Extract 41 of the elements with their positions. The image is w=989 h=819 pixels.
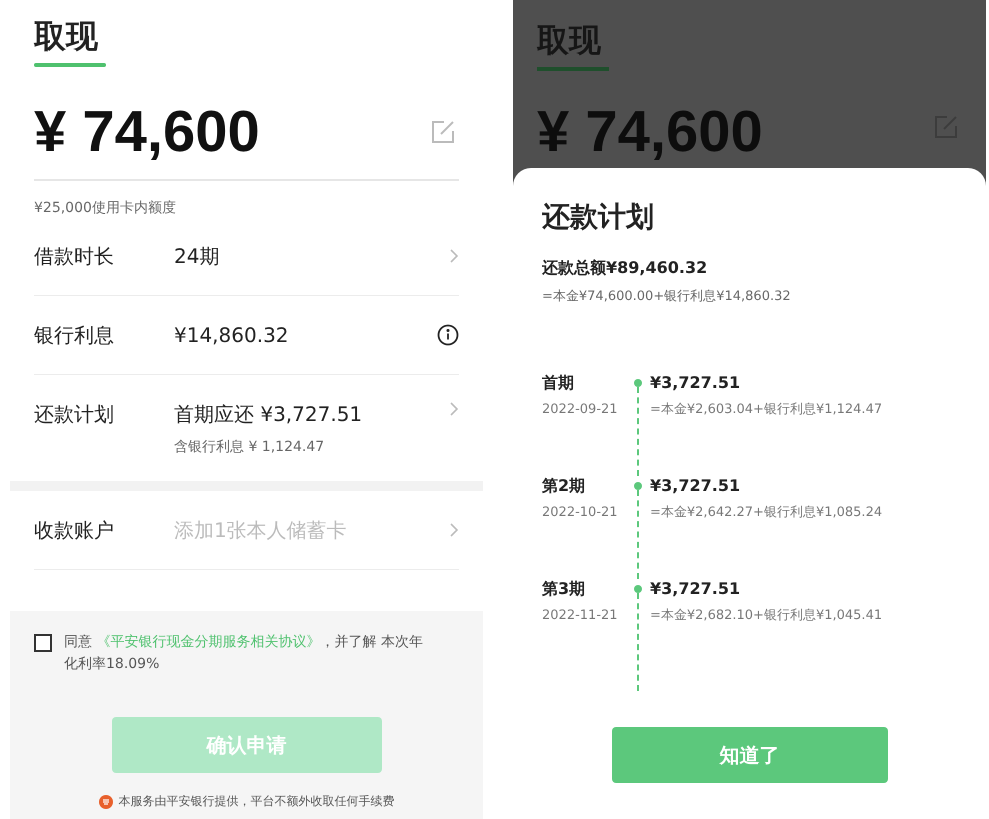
info-icon[interactable] [437, 324, 459, 346]
installment-breakdown: =本金¥2,603.04+银行利息¥1,124.47 [650, 401, 882, 418]
row-subtext: 含银行利息 ¥ 1,124.47 [174, 438, 326, 456]
page-title: 取现 [34, 16, 98, 56]
bank-badge-icon [98, 794, 112, 808]
due-date: 2022-10-21 [542, 505, 618, 520]
installment-amount: ¥3,727.51 [650, 579, 740, 598]
row-value: 首期应还 ¥3,727.51 [174, 401, 364, 428]
row-label: 收款账户 [34, 516, 115, 544]
page-title: 取现 [537, 20, 601, 60]
period-label: 首期 [542, 373, 574, 394]
row-value: ¥14,860.32 [174, 323, 290, 347]
period-label: 第2期 [542, 476, 586, 497]
title-underline [34, 63, 106, 67]
row-label: 银行利息 [34, 322, 115, 348]
account-placeholder[interactable]: 添加1张本人储蓄卡 [174, 516, 437, 544]
repayment-total: 还款总额¥89,460.32 [542, 258, 708, 279]
agreement-checkbox[interactable] [34, 634, 52, 652]
row-label: 还款计划 [34, 401, 115, 428]
installment-amount: ¥3,727.51 [650, 476, 740, 495]
got-it-button[interactable]: 知道了 [612, 727, 888, 783]
service-note: 本服务由平安银行提供，平台不额外收取任何手续费 [118, 793, 394, 810]
amount-value: ¥ 74,600 [537, 101, 763, 163]
row-value: 24期 [174, 242, 220, 270]
installment-amount: ¥3,727.51 [650, 373, 740, 392]
due-date: 2022-09-21 [542, 402, 618, 417]
sheet-title: 还款计划 [542, 199, 654, 235]
chevron-right-icon [449, 522, 459, 538]
installment-breakdown: =本金¥2,642.27+银行利息¥1,085.24 [650, 504, 882, 521]
chevron-right-icon [449, 401, 459, 417]
title-underline [537, 67, 609, 71]
period-label: 第3期 [542, 579, 586, 600]
row-label: 借款时长 [34, 242, 115, 270]
amount-value: ¥ 74,600 [34, 101, 260, 163]
chevron-right-icon [449, 248, 459, 264]
limit-note: ¥25,000使用卡内额度 [34, 199, 176, 217]
total-breakdown: =本金¥74,600.00+银行利息¥14,860.32 [542, 288, 791, 305]
agreement-link[interactable]: 《平安银行现金分期服务相关协议》 [96, 634, 320, 650]
installment-breakdown: =本金¥2,682.10+银行利息¥1,045.41 [650, 607, 882, 624]
agreement-text: 同意 《平安银行现金分期服务相关协议》，并了解 本次年化利率18.09% [64, 633, 424, 674]
due-date: 2022-11-21 [542, 608, 618, 623]
